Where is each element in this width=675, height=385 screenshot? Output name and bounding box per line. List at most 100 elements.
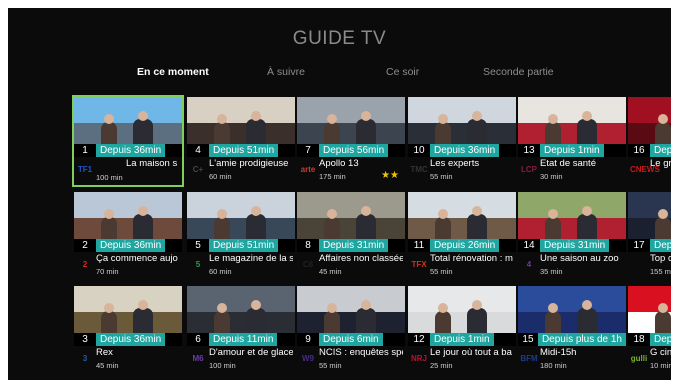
program-thumbnail [74, 286, 182, 333]
program-info: NRJ Le jour où tout a ba 25 min [408, 346, 516, 374]
person-silhouette [435, 311, 451, 333]
program-thumbnail [187, 286, 295, 333]
program-card[interactable]: 2 Depuis 36min 2 Ça commence aujo 70 min [74, 192, 182, 280]
program-card[interactable]: 6 Depuis 11min M6 D'amour et de glace 100 mi… [187, 286, 295, 374]
channel-logo-icon: 2 [82, 260, 88, 269]
program-status-bar: 9 Depuis 6min [297, 333, 405, 346]
program-card[interactable]: 9 Depuis 6min W9 NCIS : enquêtes spé 55 min [297, 286, 405, 374]
thumbnail-background [408, 286, 516, 312]
program-card[interactable]: 8 Depuis 31min C8 Affaires non classée 45 mi… [297, 192, 405, 280]
program-card[interactable]: 17 DepuisTop c 155 mi [628, 192, 671, 280]
program-status-bar: 10 Depuis 36min [408, 144, 516, 157]
person-silhouette [655, 311, 671, 333]
channel-logo-icon: 3 [82, 354, 88, 363]
program-info: TMC Les experts 55 min [408, 157, 516, 185]
person-head [658, 303, 668, 313]
program-card[interactable]: 7 Depuis 56min arte Apollo 13 175 min ★★ [297, 97, 405, 185]
person-silhouette [324, 311, 340, 333]
program-title: NCIS : enquêtes spé [319, 347, 403, 358]
program-thumbnail [297, 192, 405, 239]
elapsed-badge: Depuis 26min [430, 239, 500, 252]
program-card[interactable]: 12 Depuis 1min NRJ Le jour où tout a ba 25 m… [408, 286, 516, 374]
program-info: CNEWS Le gr [628, 157, 671, 185]
thumbnail-background [187, 286, 295, 312]
program-duration: 60 min [209, 267, 232, 276]
program-info: 4 Une saison au zoo 35 min [518, 252, 626, 280]
person-silhouette [101, 122, 117, 144]
program-thumbnail [628, 286, 671, 333]
program-card[interactable]: 1 Depuis 36min TF1 La maison s 100 min [72, 95, 184, 187]
program-card[interactable]: 18 DepuisgulliG ciné 10 min [628, 286, 671, 374]
person-silhouette [133, 214, 154, 239]
program-thumbnail [408, 97, 516, 144]
program-card[interactable]: 4 Depuis 51min C+ L'amie prodigieuse 60 min [187, 97, 295, 185]
program-duration: 175 min [319, 172, 346, 181]
person-silhouette [356, 214, 377, 239]
channel-logo-icon: W9 [302, 354, 314, 363]
program-status-bar: 3 Depuis 36min [74, 333, 182, 346]
channel-logo-icon: TFX [411, 260, 427, 269]
program-status-bar: 7 Depuis 56min [297, 144, 405, 157]
program-card[interactable]: 5 Depuis 51min 5 Le magazine de la s 60 min [187, 192, 295, 280]
thumbnail-foreground [297, 311, 405, 333]
program-thumbnail [187, 192, 295, 239]
channel-logo-icon: C8 [302, 260, 314, 269]
program-duration: 10 min [650, 361, 671, 370]
person-silhouette [467, 308, 488, 333]
person-head [658, 114, 668, 124]
program-duration: 45 min [96, 361, 119, 370]
channel-logo-icon: gulli [630, 354, 648, 363]
program-duration: 60 min [209, 172, 232, 181]
channel-number: 4 [195, 145, 201, 156]
program-status-bar: 12 Depuis 1min [408, 333, 516, 346]
channel-logo-icon: 5 [195, 260, 201, 269]
channel-number: 6 [195, 334, 201, 345]
channel-number: 12 [413, 334, 425, 345]
thumbnail-foreground [518, 217, 626, 239]
elapsed-badge: Depuis 6min [319, 333, 383, 346]
channel-number: 5 [195, 240, 201, 251]
person-silhouette [467, 119, 488, 144]
program-info: TF1 La maison s 100 min [74, 157, 182, 185]
program-duration: 70 min [96, 267, 119, 276]
program-info: LCP Etat de santé 30 min [518, 157, 626, 185]
program-card[interactable]: 13 Depuis 1min LCP Etat de santé 30 min [518, 97, 626, 185]
person-head [104, 114, 114, 124]
program-title: D'amour et de glace [209, 347, 293, 358]
channel-number: 15 [522, 334, 534, 345]
program-card[interactable]: 3 Depuis 36min 3 Rex 45 min [74, 286, 182, 374]
program-status-bar: 14 Depuis 31min [518, 239, 626, 252]
person-head [548, 114, 558, 124]
elapsed-badge: Depuis 36min [96, 239, 166, 252]
program-info: TFX Total rénovation : m 55 min [408, 252, 516, 280]
person-silhouette [545, 311, 561, 333]
person-head [548, 303, 558, 313]
program-info: M6 D'amour et de glace 100 min [187, 346, 295, 374]
channel-logo-icon: C+ [192, 165, 204, 174]
program-status-bar: 6 Depuis 11min [187, 333, 295, 346]
program-info: C8 Affaires non classée 45 min [297, 252, 405, 280]
program-status-bar: 4 Depuis 51min [187, 144, 295, 157]
channel-logo-icon: arte [300, 165, 316, 174]
program-card[interactable]: 15 Depuis plus de 1h BFM Midi-15h 180 min [518, 286, 626, 374]
channel-number: 14 [523, 240, 535, 251]
person-silhouette [435, 217, 451, 239]
channel-logo-icon: CNEWS [630, 165, 660, 174]
program-card[interactable]: 14 Depuis 31min 4 Une saison au zoo 35 min [518, 192, 626, 280]
program-card[interactable]: 16DepuisCNEWSLe gr [628, 97, 671, 185]
program-status-bar: 11 Depuis 26min [408, 239, 516, 252]
elapsed-badge: Depuis 56min [319, 144, 389, 157]
person-head [217, 209, 227, 219]
elapsed-badge: Depuis 51min [209, 144, 279, 157]
program-card[interactable]: 10 Depuis 36min TMC Les experts 55 min [408, 97, 516, 185]
program-card[interactable]: 11 Depuis 26min TFX Total rénovation : m 55 … [408, 192, 516, 280]
person-head [327, 303, 337, 313]
channel-logo-icon [630, 259, 648, 271]
elapsed-badge: Depuis 51min [209, 239, 279, 252]
program-duration: 55 min [319, 361, 342, 370]
program-info: arte Apollo 13 175 min ★★ [297, 157, 405, 185]
thumbnail-foreground [518, 311, 626, 333]
program-duration: 25 min [430, 361, 453, 370]
thumbnail-foreground [74, 217, 182, 239]
program-duration: 155 mi [650, 267, 671, 276]
